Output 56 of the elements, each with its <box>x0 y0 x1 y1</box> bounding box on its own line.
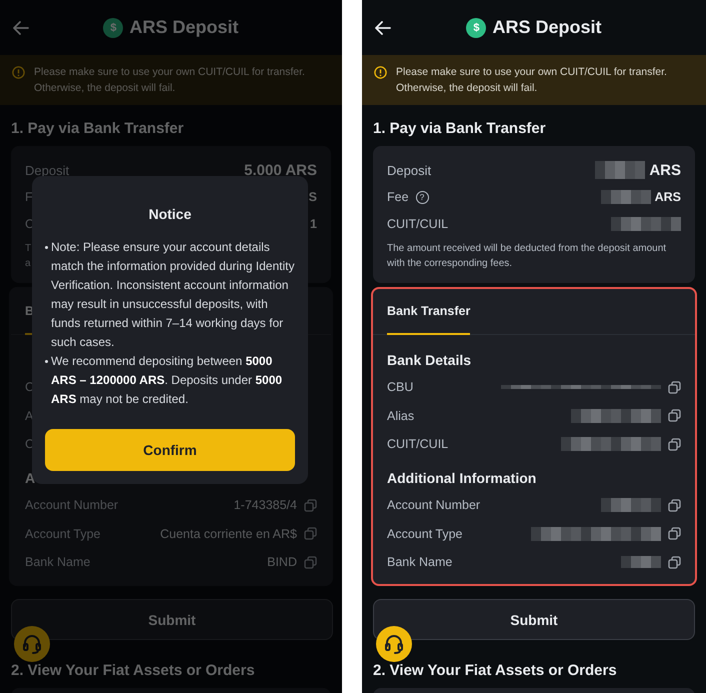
page-title: ARS Deposit <box>129 17 238 38</box>
row-value: ARS <box>654 190 681 204</box>
dialog-title: Notice <box>148 205 192 224</box>
row-label: Deposit <box>25 162 70 178</box>
group-heading: A <box>25 469 36 487</box>
currency-icon: $ <box>103 18 124 38</box>
notice-text: Note: Please ensure your account details match the information provided during Identity Verification. Inconsistent account information may result in unsuccessful deposits, with funds returned within 7–14 working days for such cases. <box>51 239 295 351</box>
row-label: Bank Name <box>25 555 90 569</box>
notice-text: We recommend depositing between 5000 ARS – 1200000 ARS. Deposits under 5000 ARS may not be credited. <box>51 353 284 408</box>
submit-button[interactable]: Submit <box>373 599 695 640</box>
row-value: S <box>308 190 317 204</box>
copy-icon[interactable] <box>668 438 681 450</box>
copy-icon[interactable] <box>668 380 681 394</box>
row-value: 1 <box>310 217 317 231</box>
currency-icon: $ <box>466 18 486 38</box>
section-heading: 2. View Your Fiat Assets or Orders <box>373 662 617 680</box>
copy-icon[interactable] <box>668 409 681 422</box>
group-heading: Additional Information <box>387 469 538 487</box>
row-label: CUIT/CUIL <box>387 217 448 231</box>
help-icon[interactable]: ? <box>416 190 429 204</box>
bullet-icon <box>45 360 48 363</box>
tab[interactable]: Bank Transfer <box>387 289 470 335</box>
row-label: Bank Name <box>387 555 452 569</box>
back-arrow-icon[interactable] <box>374 18 392 36</box>
row-label: Account Type <box>25 526 101 540</box>
warning-icon <box>374 66 387 79</box>
row-label: Account Number <box>25 498 118 512</box>
group-heading: Bank Details <box>387 351 472 369</box>
warning-text: Please make sure to use your own CUIT/CUIL for transfer. Otherwise, the deposit will fail. <box>34 65 306 96</box>
page-title: ARS Deposit <box>492 17 602 38</box>
row-label: Fee <box>387 190 409 204</box>
row-label: Account Type <box>387 526 463 540</box>
bullet-icon <box>45 246 48 249</box>
row-label: CBU <box>387 380 414 394</box>
warning-text: Please make sure to use your own CUIT/CUIL for transfer. Otherwise, the deposit will fail. <box>396 65 668 96</box>
warning-icon <box>12 66 25 79</box>
row-label: F <box>25 190 33 204</box>
headset-icon[interactable] <box>376 626 412 662</box>
row-value: BIND <box>267 555 297 569</box>
row-value: ARS <box>649 162 681 178</box>
section-heading: 2. View Your Fiat Assets or Orders <box>11 662 255 680</box>
copy-icon[interactable] <box>668 527 681 540</box>
section-heading: 1. Pay via Bank Transfer <box>11 120 184 138</box>
row-label: Alias <box>387 408 414 422</box>
row-value: 5.000 ARS <box>244 162 317 178</box>
row-label: Account Number <box>387 498 480 512</box>
row-label: CUIT/CUIL <box>387 437 448 451</box>
row-label: Deposit <box>387 162 432 178</box>
fee-note: The amount received will be deducted from the deposit amount with the corresponding fees. <box>387 242 668 271</box>
fee-note: T a <box>25 242 32 271</box>
copy-icon[interactable] <box>668 498 681 512</box>
row-value: 1-743385/4 <box>234 498 297 512</box>
row-value: Cuenta corriente en AR$ <box>160 526 297 540</box>
section-heading: 1. Pay via Bank Transfer <box>373 120 546 138</box>
confirm-button[interactable]: Confirm <box>45 429 295 471</box>
copy-icon[interactable] <box>668 556 681 568</box>
